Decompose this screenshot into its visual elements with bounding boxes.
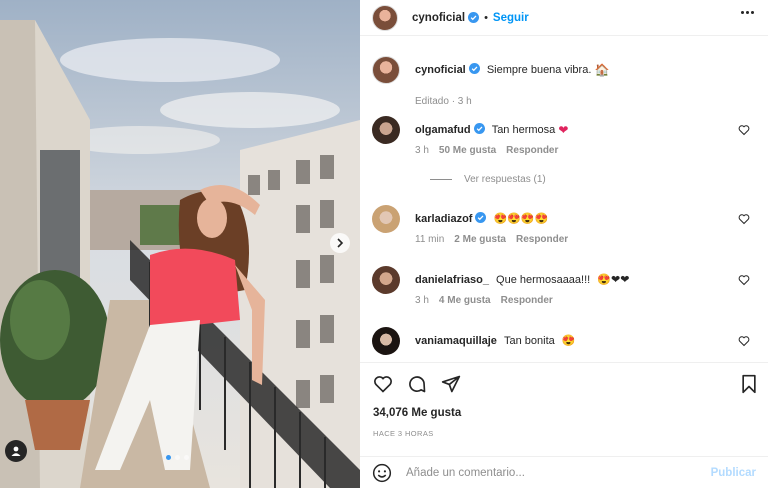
comment-avatar[interactable] — [372, 116, 400, 144]
comments-list[interactable]: cynoficial Siempre buena vibra. 🏠 Editad… — [360, 44, 768, 360]
replies-line — [430, 179, 452, 180]
post-time: HACE 3 HORAS — [373, 429, 434, 438]
share-icon[interactable] — [441, 374, 461, 394]
reply-button[interactable]: Responder — [516, 234, 568, 245]
post-actions: 34,076 Me gusta HACE 3 HORAS — [360, 362, 768, 450]
emoji-icon[interactable] — [372, 463, 392, 483]
comment-likes[interactable]: 4 Me gusta — [439, 295, 491, 306]
view-replies-label[interactable]: Ver respuestas (1) — [464, 174, 546, 185]
carousel-dot — [166, 455, 171, 460]
next-slide-button[interactable] — [330, 233, 350, 253]
comment-time: 11 min — [415, 234, 445, 245]
save-icon[interactable] — [740, 374, 758, 394]
reply-button[interactable]: Responder — [501, 295, 553, 306]
verified-icon — [468, 63, 480, 74]
like-comment-icon[interactable] — [738, 335, 750, 347]
comment-icon[interactable] — [407, 374, 427, 394]
author-avatar[interactable] — [372, 4, 398, 31]
like-count[interactable]: 34,076 Me gusta — [373, 407, 461, 419]
publish-button[interactable]: Publicar — [711, 467, 756, 479]
comment-avatar[interactable] — [372, 205, 400, 233]
comment-text: Que hermosaaaa!!! — [496, 274, 591, 286]
action-icons — [373, 374, 461, 394]
comment-meta: 11 min 2 Me gusta Responder — [415, 234, 568, 245]
post-header: cynoficial • Seguir — [360, 0, 768, 36]
heart-icon[interactable] — [373, 374, 393, 394]
caption-meta: Editado · 3 h — [415, 96, 472, 107]
user-tag-button[interactable] — [5, 440, 27, 462]
user-tag-icon — [11, 446, 21, 456]
comment-text: Tan hermosa — [491, 124, 556, 136]
verified-icon — [473, 123, 485, 134]
comment-likes[interactable]: 2 Me gusta — [454, 234, 506, 245]
comment-likes[interactable]: 50 Me gusta — [439, 145, 496, 156]
comment-body: danielafriaso_ Que hermosaaaa!!! 😍❤❤ — [415, 273, 735, 287]
verified-icon — [475, 212, 487, 223]
comment-emoji: 😍❤❤ — [597, 274, 630, 286]
comment-avatar[interactable] — [372, 327, 400, 355]
house-emoji: 🏠 — [594, 63, 610, 77]
caption-avatar[interactable] — [372, 56, 400, 84]
comment-username[interactable]: olgamafud — [415, 124, 471, 136]
comment-body: vaniamaquillaje Tan bonita 😍 — [415, 334, 735, 348]
reply-button[interactable]: Responder — [506, 145, 558, 156]
photo-scene — [0, 0, 360, 488]
comment-input[interactable] — [406, 466, 711, 479]
view-replies[interactable]: Ver respuestas (1) — [430, 174, 546, 185]
comment-time: 3 h — [415, 145, 429, 156]
caption-timestamp: Editado · 3 h — [415, 96, 472, 107]
follow-button[interactable]: Seguir — [493, 12, 529, 24]
carousel-dot — [184, 455, 189, 460]
comment-avatar[interactable] — [372, 266, 400, 294]
heart-emoji: ❤ — [558, 123, 569, 137]
comment-emoji: 😍😍😍😍 — [493, 213, 549, 225]
verified-icon — [468, 12, 480, 23]
caption-username[interactable]: cynoficial — [415, 64, 466, 76]
comment-meta: 3 h 4 Me gusta Responder — [415, 295, 553, 306]
comment-time: 3 h — [415, 295, 429, 306]
comment-composer: Publicar — [360, 456, 768, 488]
carousel-indicator — [166, 455, 189, 460]
header-separator: • — [484, 11, 488, 24]
comment-emoji: 😍 — [561, 335, 576, 347]
comment-body: karladiazof 😍😍😍😍 — [415, 212, 735, 226]
comment-meta: 3 h 50 Me gusta Responder — [415, 145, 558, 156]
carousel-dot — [175, 455, 180, 460]
like-comment-icon[interactable] — [738, 274, 750, 286]
more-options-icon[interactable] — [741, 11, 754, 14]
next-slide-icon — [337, 238, 344, 248]
comment-username[interactable]: danielafriaso_ — [415, 274, 489, 286]
post-photo[interactable] — [0, 0, 360, 488]
comment-body: olgamafud Tan hermosa ❤ — [415, 123, 735, 137]
comment-username[interactable]: karladiazof — [415, 213, 472, 225]
post-panel: cynoficial • Seguir cynoficial Siempre b… — [360, 0, 768, 488]
author-username[interactable]: cynoficial — [412, 12, 465, 24]
comment-username[interactable]: vaniamaquillaje — [415, 335, 497, 347]
comment-text: Tan bonita — [504, 335, 555, 347]
caption-text: Siempre buena vibra. — [486, 64, 592, 76]
caption-body: cynoficial Siempre buena vibra. 🏠 — [415, 63, 735, 77]
like-comment-icon[interactable] — [738, 124, 750, 136]
like-comment-icon[interactable] — [738, 213, 750, 225]
